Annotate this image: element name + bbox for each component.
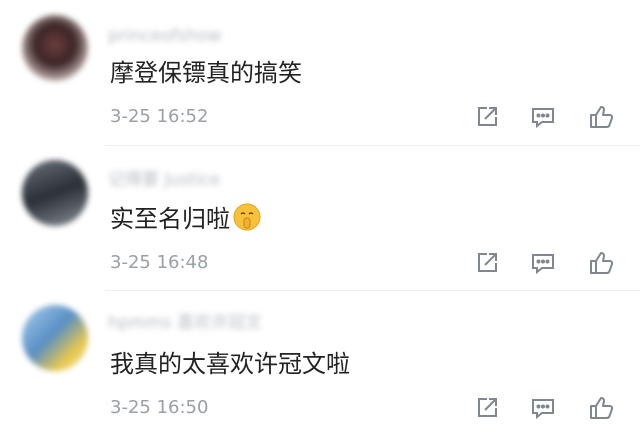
share-icon [478,398,497,417]
share-button[interactable] [472,393,502,423]
username[interactable]: princeofshow [108,26,221,46]
comment-item: princeofshow 摩登保镖真的搞笑 3-25 16:52 [0,0,640,145]
username[interactable]: hpmms 喜欢许冠文 [108,313,262,333]
username[interactable]: 记得要 Justice [108,170,220,190]
like-button[interactable] [586,393,616,423]
like-button[interactable] [586,102,616,132]
avatar[interactable] [22,305,88,371]
comment-text-label: 实至名归啦 [110,205,230,233]
like-button[interactable] [586,248,616,278]
comment-text: 我真的太喜欢许冠文啦 [110,350,350,378]
comment-button[interactable] [528,102,558,132]
share-icon [478,107,497,126]
comment-item: hpmms 喜欢许冠文 我真的太喜欢许冠文啦 3-25 16:50 [0,291,640,436]
comment-button[interactable] [528,393,558,423]
avatar[interactable] [22,15,88,81]
share-button[interactable] [472,102,502,132]
comment-time: 3-25 16:52 [110,106,209,127]
thumbs-up-icon [590,106,614,128]
share-button[interactable] [472,248,502,278]
comment-text: 实至名归啦 [110,202,262,236]
comment-time: 3-25 16:48 [110,252,209,273]
comment-item: 记得要 Justice 实至名归啦 3-25 16:48 [0,146,640,291]
thumbs-up-icon [590,397,614,419]
comment-time: 3-25 16:50 [110,397,209,418]
comment-icon [532,254,554,275]
share-icon [478,253,497,272]
comment-icon [532,108,554,129]
shush-face-emoji [233,203,261,231]
avatar[interactable] [22,160,88,226]
comment-button[interactable] [528,248,558,278]
thumbs-up-icon [590,252,614,274]
comment-text: 摩登保镖真的搞笑 [110,59,302,87]
comment-icon [532,399,554,420]
